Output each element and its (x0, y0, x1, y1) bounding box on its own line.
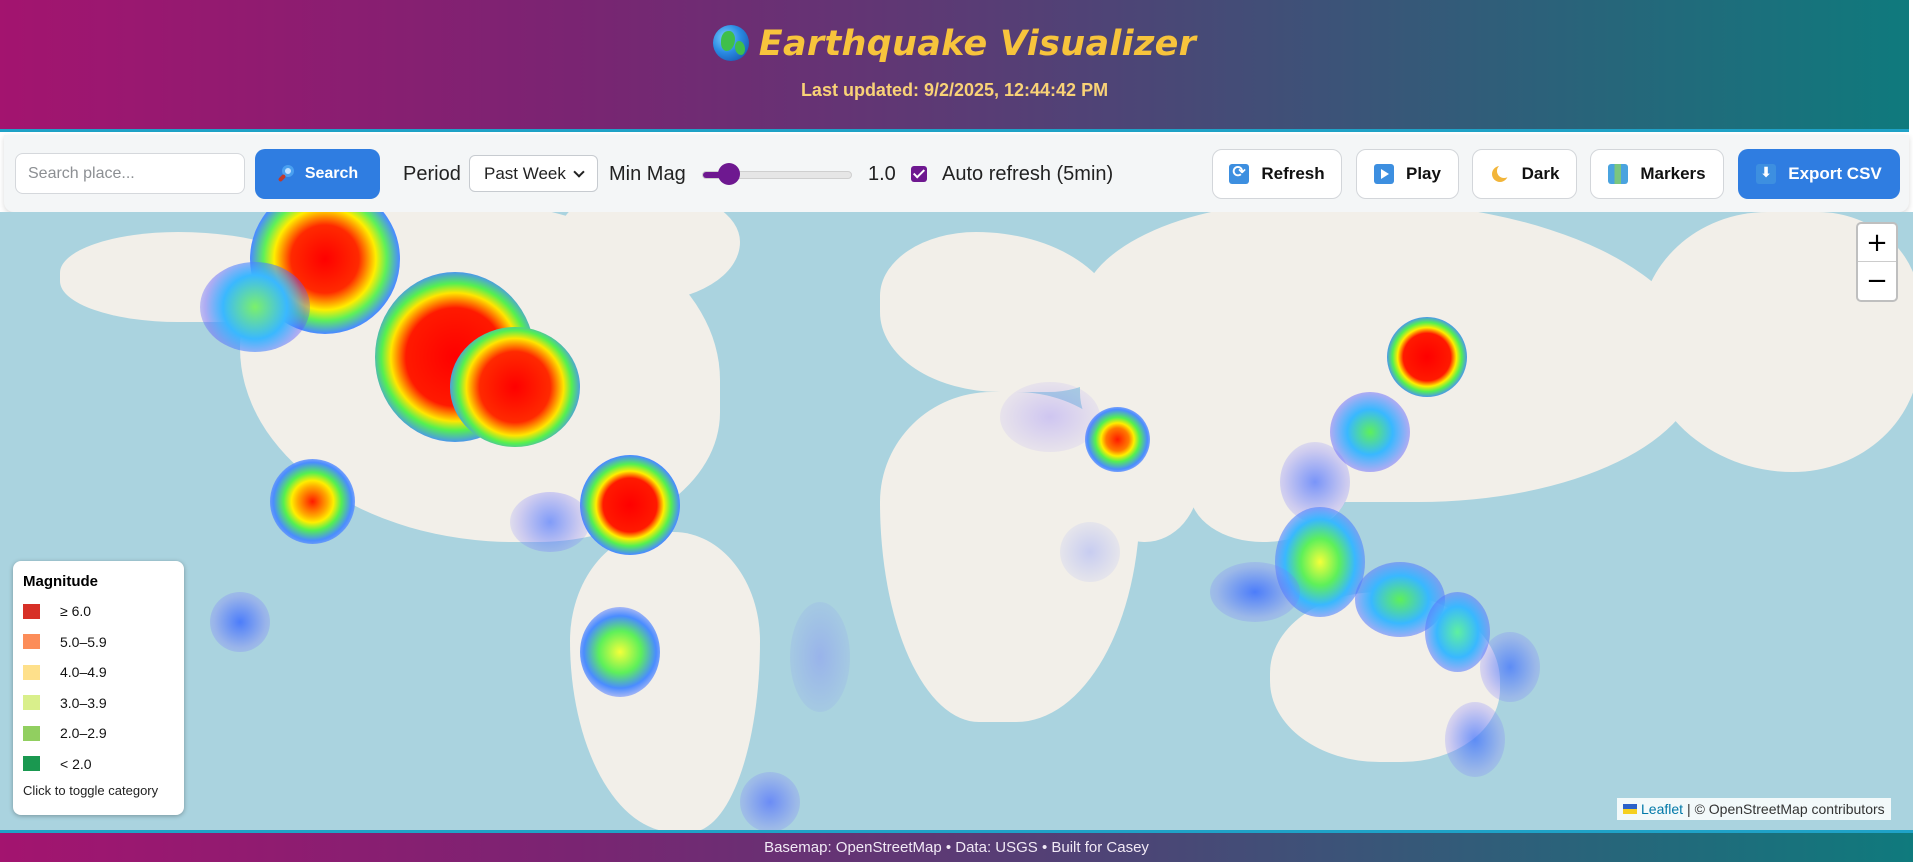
auto-refresh-label: Auto refresh (5min) (942, 163, 1114, 185)
refresh-button-label: Refresh (1261, 164, 1325, 183)
play-button[interactable]: Play (1356, 149, 1459, 199)
attribution-text: | © OpenStreetMap contributors (1687, 801, 1885, 817)
zoom-control: + − (1856, 222, 1898, 302)
app-title: Earthquake Visualizer (0, 24, 1909, 64)
heatspot-mid-atlantic (790, 602, 850, 712)
heatspot-sumatra (1210, 562, 1300, 622)
search-input[interactable] (15, 153, 245, 194)
refresh-icon (1229, 162, 1250, 184)
legend-swatch (23, 603, 40, 619)
export-csv-button[interactable]: Export CSV (1738, 149, 1900, 199)
map-attribution: Leaflet | © OpenStreetMap contributors (1617, 798, 1891, 820)
leaflet-link[interactable]: Leaflet (1641, 801, 1683, 817)
refresh-button[interactable]: Refresh (1212, 149, 1342, 199)
dark-button-label: Dark (1521, 164, 1560, 183)
legend-label: 5.0–5.9 (60, 633, 107, 650)
heatspot-mexico-pacific (510, 492, 590, 552)
app-header: Earthquake Visualizer Last updated: 9/2/… (0, 0, 1909, 132)
legend-swatch (23, 695, 40, 711)
legend-item[interactable]: 3.0–3.9 (23, 688, 174, 719)
heatspot-iran (1000, 382, 1100, 452)
legend-label: 3.0–3.9 (60, 694, 107, 711)
auto-refresh-checkbox[interactable] (911, 166, 927, 182)
period-select[interactable]: Past Week (469, 155, 598, 192)
legend-label: ≥ 6.0 (60, 603, 92, 620)
heatspot-new-zealand (1445, 702, 1505, 777)
heatspot-aleutian (200, 262, 310, 352)
toolbar: Search Period Past Week Min Mag 1.0 Auto… (4, 135, 1909, 212)
period-select-value: Past Week (484, 163, 566, 183)
globe-icon (712, 25, 749, 61)
legend-swatch (23, 664, 40, 680)
search-button[interactable]: Search (255, 149, 380, 199)
period-label: Period (403, 163, 461, 185)
magnifier-icon (277, 165, 295, 183)
last-updated: Last updated: 9/2/2025, 12:44:42 PM (800, 80, 1109, 100)
legend-hint: Click to toggle category (23, 783, 159, 798)
map-icon (1608, 164, 1629, 184)
markers-button-label: Markers (1640, 164, 1706, 183)
legend-item[interactable]: ≥ 6.0 (23, 596, 174, 627)
app-footer: Basemap: OpenStreetMap • Data: USGS • Bu… (0, 830, 1913, 862)
app-title-text: Earthquake Visualizer (758, 24, 1197, 64)
legend-item[interactable]: 4.0–4.9 (23, 657, 174, 688)
dark-mode-button[interactable]: Dark (1472, 149, 1577, 199)
heatspot-indian-ocean (1060, 522, 1120, 582)
play-button-label: Play (1406, 164, 1441, 183)
heatspot-tonga (1480, 632, 1540, 702)
markers-button[interactable]: Markers (1590, 149, 1724, 199)
legend-swatch (23, 756, 40, 772)
legend-label: 4.0–4.9 (60, 664, 107, 681)
legend-item[interactable]: < 2.0 (23, 749, 174, 780)
heatspot-nevada (450, 327, 580, 447)
legend-item[interactable]: 2.0–2.9 (23, 718, 174, 749)
download-icon (1756, 164, 1777, 184)
min-mag-slider-thumb[interactable] (718, 163, 740, 185)
legend-label: 2.0–2.9 (60, 725, 107, 742)
search-button-label: Search (304, 165, 359, 182)
heatspot-south-pacific (210, 592, 270, 652)
chevron-down-icon (573, 165, 585, 178)
zoom-in-button[interactable]: + (1858, 224, 1896, 262)
heatspot-hawaii (270, 459, 355, 544)
min-mag-value: 1.0 (868, 163, 896, 185)
ukraine-flag-icon (1623, 804, 1637, 814)
min-mag-label: Min Mag (609, 163, 686, 185)
heatspot-chile (580, 607, 660, 697)
magnitude-legend: Magnitude ≥ 6.0 5.0–5.9 4.0–4.9 3.0–3.9 … (13, 561, 184, 815)
heatspot-kamchatka (1387, 317, 1467, 397)
heatspot-scotia (740, 772, 800, 830)
legend-item[interactable]: 5.0–5.9 (23, 627, 174, 658)
moon-icon (1490, 164, 1511, 184)
map-canvas[interactable] (0, 212, 1913, 830)
legend-swatch (23, 634, 40, 650)
legend-title: Magnitude (23, 573, 98, 590)
play-icon (1374, 164, 1394, 184)
legend-label: < 2.0 (60, 755, 92, 772)
export-button-label: Export CSV (1788, 164, 1882, 183)
zoom-out-button[interactable]: − (1858, 262, 1896, 300)
heatspot-caribbean (580, 455, 680, 555)
land-greenland (560, 212, 740, 302)
legend-swatch (23, 725, 40, 741)
